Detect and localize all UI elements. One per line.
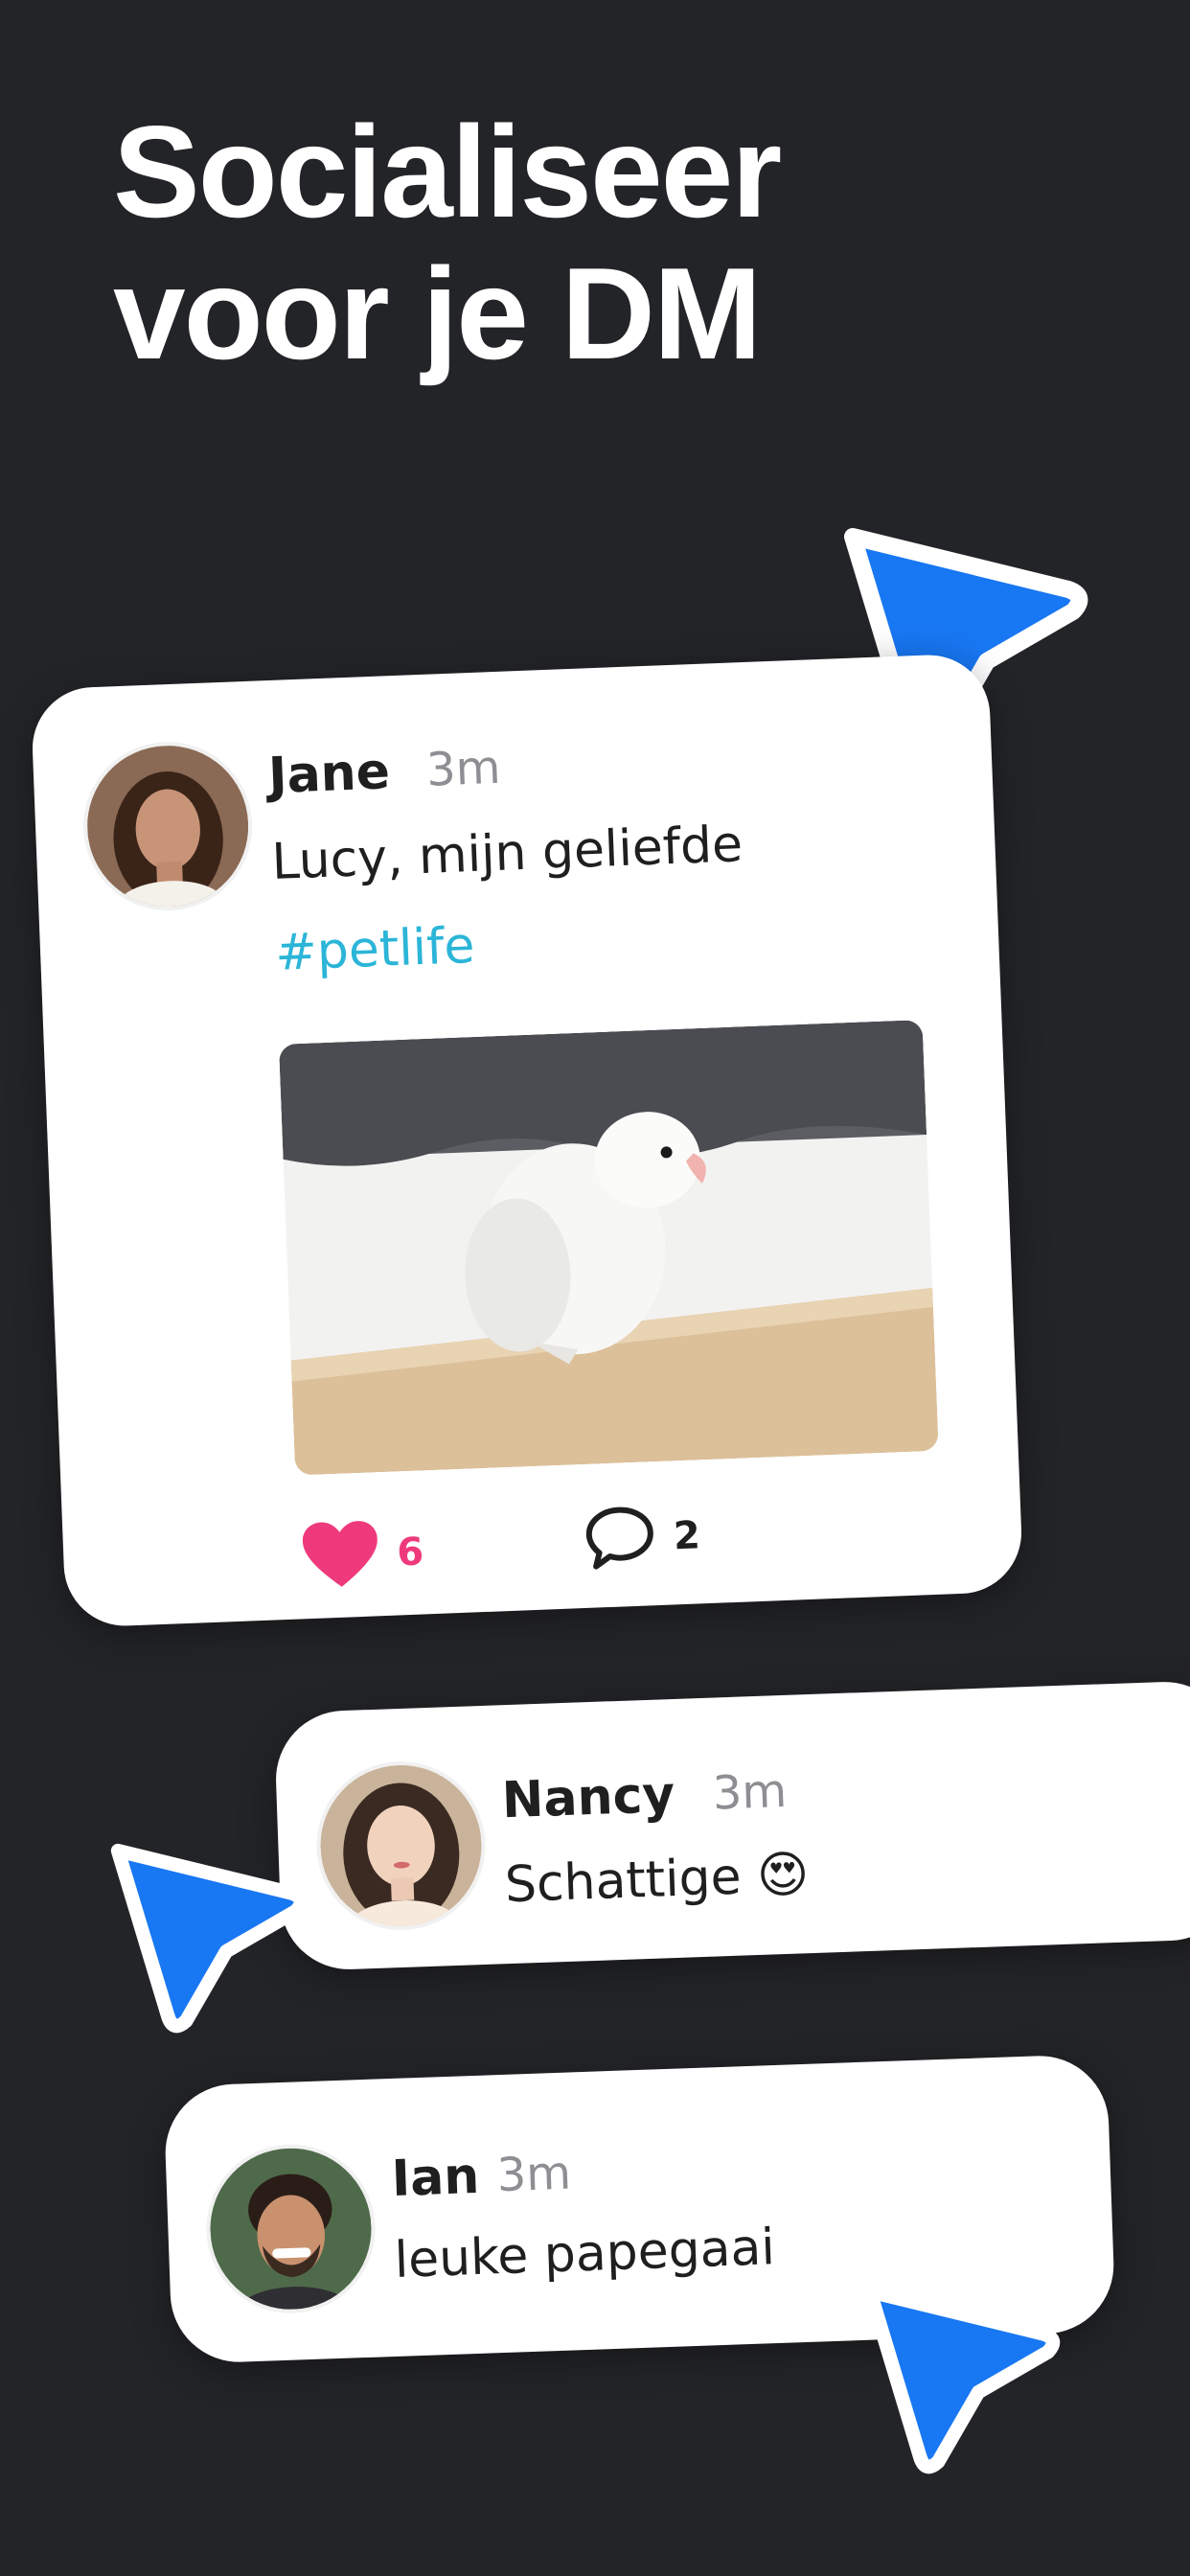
comment-author-name[interactable]: Ian xyxy=(391,2148,481,2208)
headline: Socialiseer voor je DM xyxy=(113,99,782,386)
headline-line-2: voor je DM xyxy=(113,241,762,386)
comment-count: 2 xyxy=(673,1513,701,1559)
avatar-jane[interactable] xyxy=(80,738,256,914)
comment-timestamp: 3m xyxy=(711,1763,789,1821)
post-author-name[interactable]: Jane xyxy=(267,743,391,805)
post-hashtag[interactable]: #petlife xyxy=(274,917,475,982)
like-count: 6 xyxy=(396,1530,425,1576)
headline-line-1: Socialiseer xyxy=(113,99,782,244)
post-card[interactable]: Jane 3m Lucy, mijn geliefde #petlife 6 2 xyxy=(30,653,1024,1628)
comment-card-nancy[interactable]: Nancy 3m Schattige 😍 xyxy=(273,1679,1190,1972)
comment-timestamp: 3m xyxy=(495,2146,572,2203)
comment-button[interactable]: 2 xyxy=(584,1503,701,1573)
avatar-nancy[interactable] xyxy=(313,1758,489,1933)
like-button[interactable]: 6 xyxy=(302,1518,424,1590)
heart-icon xyxy=(302,1521,378,1587)
cursor-arrow-icon xyxy=(862,2276,1064,2477)
comment-text: leuke papegaai xyxy=(393,2219,776,2289)
comment-author-name[interactable]: Nancy xyxy=(501,1766,675,1829)
post-text: Lucy, mijn geliefde xyxy=(270,816,744,891)
post-timestamp: 3m xyxy=(425,740,502,797)
comment-text: Schattige 😍 xyxy=(503,1846,811,1915)
avatar-ian[interactable] xyxy=(203,2141,378,2316)
speech-bubble-icon xyxy=(585,1506,653,1570)
cursor-arrow-icon xyxy=(110,1835,311,2036)
post-photo[interactable] xyxy=(278,1020,939,1476)
